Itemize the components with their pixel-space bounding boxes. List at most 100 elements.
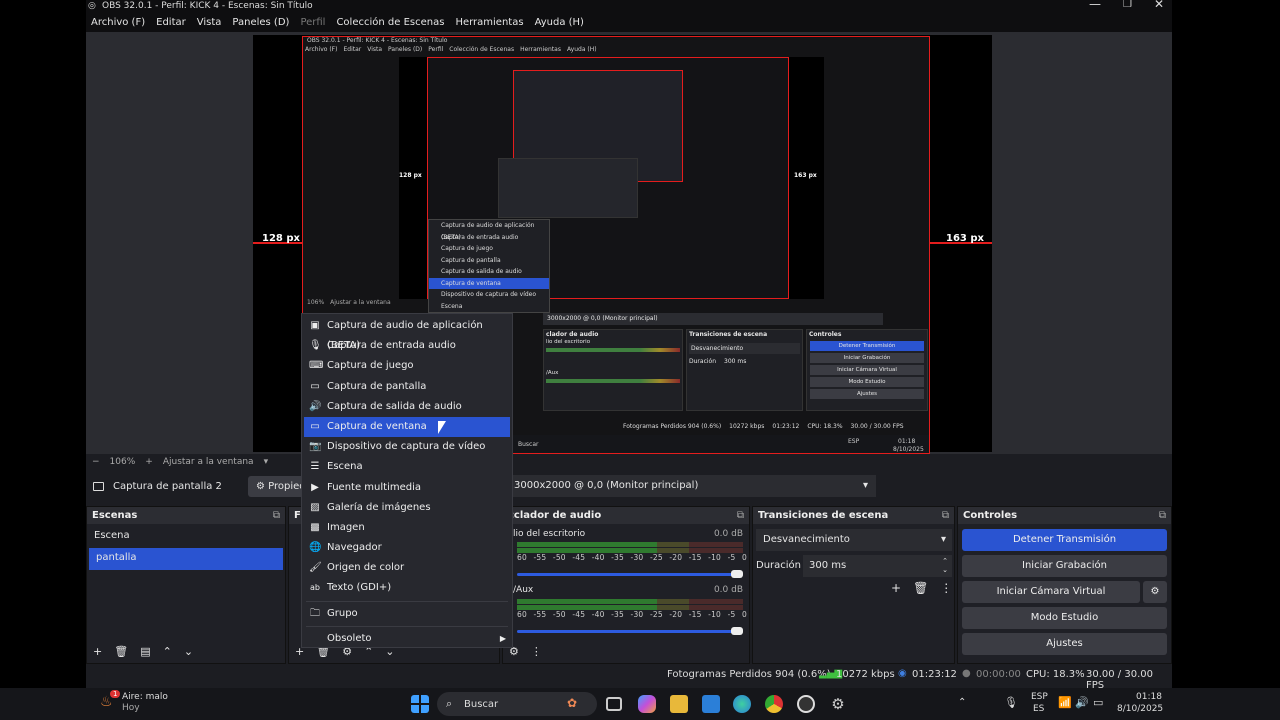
obs-logo-icon: ◎: [88, 1, 96, 11]
undock-icon[interactable]: ⧉: [737, 507, 744, 524]
menu-item-text[interactable]: ab Texto (GDI+): [302, 578, 512, 598]
menu-item-browser[interactable]: 🌐 Navegador: [302, 538, 512, 558]
menu-item-display-capture[interactable]: ▭ Captura de pantalla: [302, 377, 512, 397]
monitor-select[interactable]: 3000x2000 @ 0,0 (Monitor principal) ▾: [506, 475, 876, 497]
monitor-icon: ▭: [310, 380, 320, 392]
menu-item-game-capture[interactable]: ⌨ Captura de juego: [302, 356, 512, 376]
language-secondary[interactable]: ES: [1033, 704, 1044, 714]
zoom-out-button[interactable]: −: [92, 457, 100, 467]
volume-slider-knob[interactable]: [731, 627, 743, 635]
globe-icon: 🌐: [309, 542, 322, 554]
menu-item-audio-output[interactable]: 🔊 Captura de salida de audio: [302, 397, 512, 417]
menu-item-scene[interactable]: ☰ Escena: [302, 457, 512, 477]
more-icon[interactable]: ⋮: [940, 581, 952, 595]
volume-slider[interactable]: [517, 573, 741, 576]
windows-start-icon[interactable]: [411, 695, 429, 713]
controls-title: Controles: [963, 510, 1018, 521]
edge-icon[interactable]: [733, 695, 751, 713]
obs-taskbar-icon[interactable]: [797, 695, 815, 713]
db-scale: 60 -55 -50 -45 -40 -35 -30 -25 -20 -15 -10 -5 0: [517, 610, 747, 619]
add-icon[interactable]: +: [891, 581, 901, 595]
chrome-icon[interactable]: [765, 695, 783, 713]
scene-item[interactable]: Escena: [87, 526, 285, 548]
menu-paneles[interactable]: Paneles (D): [232, 17, 289, 28]
stepper-icon: ⌃ ⌄: [942, 557, 948, 574]
file-explorer-icon[interactable]: [670, 695, 688, 713]
folder-icon: 🗀: [310, 607, 320, 619]
menu-perfil[interactable]: Perfil: [300, 17, 325, 28]
chevron-down-icon[interactable]: ▾: [264, 457, 269, 467]
menu-archivo[interactable]: Archivo (F): [91, 17, 145, 28]
gear-icon[interactable]: ⚙: [1143, 581, 1167, 603]
menu-separator: [306, 600, 508, 602]
battery-icon[interactable]: ▭: [1093, 696, 1103, 709]
search-highlight-icon: ✿: [567, 696, 578, 710]
kbps: 10272 kbps: [836, 669, 895, 680]
chevron-down-icon[interactable]: ⌄: [184, 645, 193, 658]
transitions-title: Transiciones de escena: [758, 510, 889, 521]
mixer-toolbar: ⚙ ⋮: [509, 645, 542, 658]
menu-item-image[interactable]: ▩ Imagen: [302, 518, 512, 538]
nested-mixer: clador de audio lio del escritorio /Aux: [543, 329, 683, 411]
menu-vista[interactable]: Vista: [197, 17, 222, 28]
chevron-up-icon[interactable]: ⌃: [958, 697, 966, 708]
left-distance-label: 128 px: [262, 233, 300, 244]
chevron-up-icon[interactable]: ⌃: [163, 645, 172, 658]
microphone-icon[interactable]: 🎙: [1004, 696, 1018, 709]
start-recording-button[interactable]: Iniciar Grabación: [962, 555, 1167, 577]
text-icon: ab: [310, 583, 320, 593]
fit-window-select[interactable]: Ajustar a la ventana: [163, 457, 254, 467]
clock-date[interactable]: 8/10/2025: [1117, 704, 1163, 714]
menu-item-window-capture[interactable]: ▭ Captura de ventana: [304, 416, 510, 438]
minimize-button[interactable]: —: [1089, 0, 1101, 11]
filter-icon[interactable]: ▤: [140, 645, 150, 658]
copilot-icon[interactable]: [638, 695, 656, 713]
volume-icon[interactable]: 🔊: [1075, 696, 1089, 709]
menu-item-media-source[interactable]: ▶ Fuente multimedia: [302, 478, 512, 498]
duration-input[interactable]: 300 ms ⌃ ⌄: [803, 555, 952, 577]
close-button[interactable]: ✕: [1154, 0, 1164, 11]
more-icon[interactable]: ⋮: [531, 645, 542, 658]
settings-taskbar-icon[interactable]: ⚙: [829, 695, 847, 713]
add-icon[interactable]: +: [93, 645, 102, 658]
window-title: OBS 32.0.1 - Perfil: KICK 4 - Escenas: S…: [102, 1, 313, 11]
menu-editar[interactable]: Editar: [156, 17, 186, 28]
menu-herramientas[interactable]: Herramientas: [455, 17, 523, 28]
studio-mode-button[interactable]: Modo Estudio: [962, 607, 1167, 629]
trash-icon[interactable]: 🗑: [114, 645, 128, 658]
menu-ayuda[interactable]: Ayuda (H): [535, 17, 584, 28]
menu-item-group[interactable]: 🗀 Grupo: [302, 604, 512, 624]
preview-area[interactable]: 128 px 163 px OBS 32.0.1 - Perfil: KICK …: [86, 32, 1172, 454]
transition-select[interactable]: Desvanecimiento ▾: [756, 529, 952, 551]
taskbar-search[interactable]: ⌕ Buscar ✿: [437, 692, 597, 716]
menu-item-video-device[interactable]: 📷 Dispositivo de captura de vídeo: [302, 437, 512, 457]
menu-item-audio-input[interactable]: 🎙 Captura de entrada audio: [302, 336, 512, 356]
virtual-camera-button[interactable]: Iniciar Cámara Virtual: [962, 581, 1140, 603]
weather-title: Aire: malo: [122, 692, 168, 702]
right-distance-label: 163 px: [946, 233, 984, 244]
menu-item-app-audio[interactable]: ▣ Captura de audio de aplicación (BETA): [302, 316, 512, 351]
menu-item-image-slideshow[interactable]: ▨ Galería de imágenes: [302, 498, 512, 518]
task-view-icon[interactable]: [606, 697, 622, 711]
store-icon[interactable]: [702, 695, 720, 713]
volume-slider[interactable]: [517, 630, 741, 633]
undock-icon[interactable]: ⧉: [1159, 507, 1166, 524]
maximize-button[interactable]: ❐: [1123, 0, 1132, 11]
network-icon[interactable]: 📶: [1058, 696, 1072, 709]
menu-item-deprecated[interactable]: Obsoleto ▶: [302, 629, 512, 649]
menu-item-color-source[interactable]: 🖌 Origen de color: [302, 558, 512, 578]
clock-time[interactable]: 01:18: [1136, 692, 1162, 702]
undock-icon[interactable]: ⧉: [942, 507, 949, 524]
undock-icon[interactable]: ⧉: [273, 507, 280, 524]
scene-item-selected[interactable]: pantalla: [89, 548, 283, 570]
app-audio-icon: ▣: [310, 320, 320, 331]
trash-icon[interactable]: 🗑: [913, 581, 928, 595]
track-db: 0.0 dB: [713, 585, 743, 595]
db-scale: 60 -55 -50 -45 -40 -35 -30 -25 -20 -15 -10 -5 0: [517, 553, 747, 562]
language-primary[interactable]: ESP: [1031, 692, 1048, 702]
menu-coleccion[interactable]: Colección de Escenas: [336, 17, 444, 28]
settings-button[interactable]: Ajustes: [962, 633, 1167, 655]
zoom-in-button[interactable]: +: [145, 457, 153, 467]
stop-stream-button[interactable]: Detener Transmisión: [962, 529, 1167, 551]
volume-slider-knob[interactable]: [731, 570, 743, 578]
